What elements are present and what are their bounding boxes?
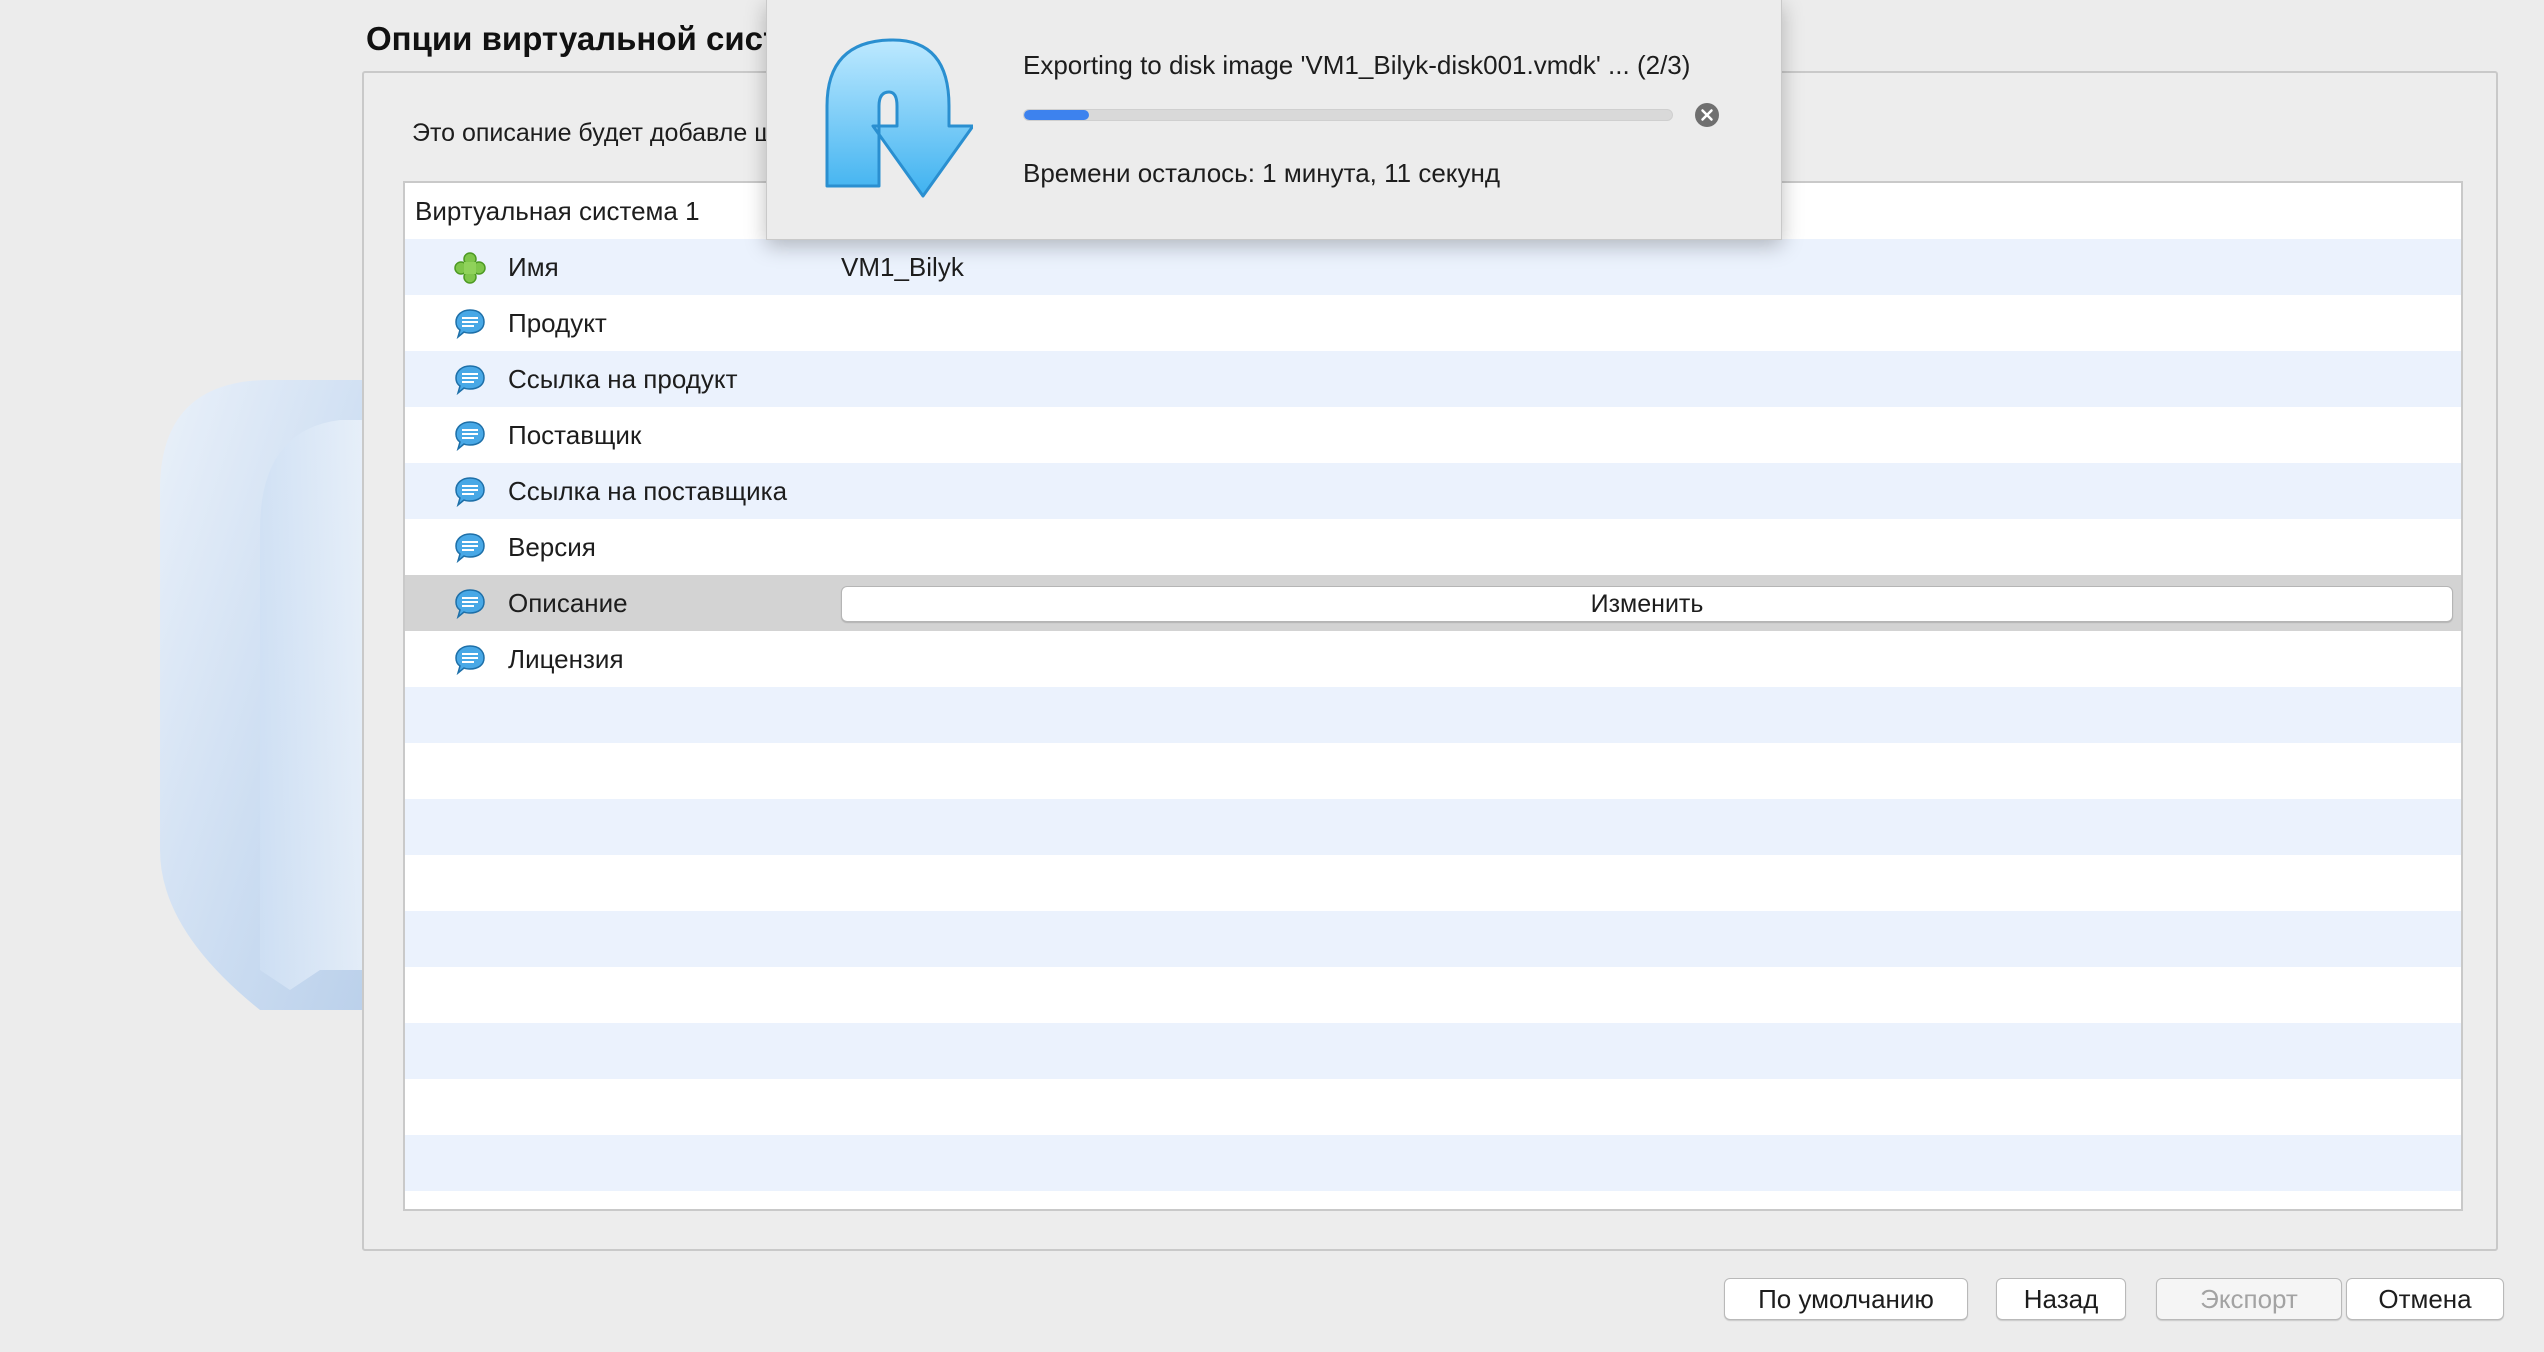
tree-row-value[interactable]: VM1_Bilyk — [841, 252, 964, 283]
appliance-settings-panel: Это описание будет добавле щелчком мыши.… — [362, 71, 2498, 1251]
tree-row-label: Ссылка на поставщика — [508, 475, 788, 506]
restore-defaults-button[interactable]: По умолчанию — [1724, 1278, 1968, 1320]
tree-row-label: Имя — [508, 251, 559, 282]
tree-row-product[interactable]: Продукт — [405, 295, 2461, 351]
speech-bubble-icon — [455, 589, 485, 620]
tree-row-label: Продукт — [508, 307, 607, 338]
tree-row-label: Ссылка на продукт — [508, 363, 738, 394]
appliance-illustration — [160, 380, 370, 1010]
speech-bubble-icon — [455, 365, 485, 396]
tree-row-vendor-url[interactable]: Ссылка на поставщика — [405, 463, 2461, 519]
tree-row-label: Версия — [508, 531, 596, 562]
puzzle-icon — [454, 252, 486, 284]
tree-empty-row — [405, 1135, 2461, 1191]
tree-row-label: Описание — [508, 587, 628, 618]
cancel-operation-icon[interactable] — [1694, 102, 1720, 128]
export-button[interactable]: Экспорт — [2156, 1278, 2342, 1320]
page-title: Опции виртуальной сист — [366, 20, 780, 57]
speech-bubble-icon — [455, 533, 485, 564]
tree-empty-row — [405, 687, 2461, 743]
speech-bubble-icon — [455, 477, 485, 508]
tree-row-license[interactable]: Лицензия — [405, 631, 2461, 687]
export-progress-sheet: Exporting to disk image 'VM1_Bilyk-disk0… — [766, 0, 1782, 240]
progress-bar-fill — [1024, 110, 1089, 120]
tree-row-vendor[interactable]: Поставщик — [405, 407, 2461, 463]
back-button[interactable]: Назад — [1996, 1278, 2126, 1320]
progress-title: Exporting to disk image 'VM1_Bilyk-disk0… — [1023, 50, 1691, 80]
export-arrow-icon — [825, 38, 973, 198]
tree-row-version[interactable]: Версия — [405, 519, 2461, 575]
cancel-button[interactable]: Отмена — [2346, 1278, 2504, 1320]
tree-row-label: Поставщик — [508, 419, 642, 450]
virtual-system-tree[interactable]: Виртуальная система 1 Имя VM1_Bilyk Прод… — [403, 181, 2463, 1211]
tree-empty-row — [405, 967, 2461, 1023]
progress-bar — [1023, 109, 1673, 121]
speech-bubble-icon — [455, 645, 485, 676]
tree-row-label: Лицензия — [508, 643, 624, 674]
tree-empty-row — [405, 743, 2461, 799]
tree-row-description[interactable]: Описание Изменить — [405, 575, 2461, 631]
time-remaining: Времени осталось: 1 минута, 11 секунд — [1023, 158, 1500, 188]
tree-row-product-url[interactable]: Ссылка на продукт — [405, 351, 2461, 407]
tree-root-label: Виртуальная система 1 — [415, 195, 700, 226]
edit-description-button[interactable]: Изменить — [841, 586, 2453, 622]
tree-row-name[interactable]: Имя VM1_Bilyk — [405, 239, 2461, 295]
tree-empty-row — [405, 799, 2461, 855]
tree-empty-row — [405, 855, 2461, 911]
tree-empty-row — [405, 1079, 2461, 1135]
tree-empty-row — [405, 911, 2461, 967]
speech-bubble-icon — [455, 421, 485, 452]
tree-empty-row — [405, 1023, 2461, 1079]
speech-bubble-icon — [455, 309, 485, 340]
